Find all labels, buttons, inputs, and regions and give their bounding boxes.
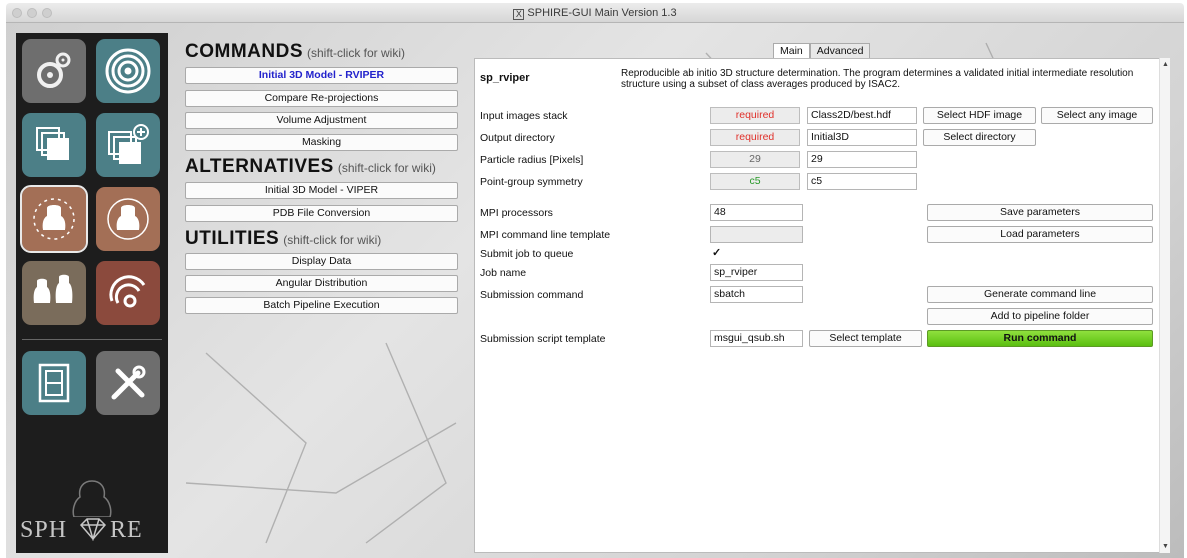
save-parameters-button[interactable]: Save parameters xyxy=(927,204,1153,221)
sphire-logo: SPH RE xyxy=(20,480,164,547)
cmd-angular-distribution[interactable]: Angular Distribution xyxy=(185,275,458,292)
queue-checkbox[interactable]: ✓ xyxy=(712,248,723,259)
mpi-processors-label: MPI processors xyxy=(480,207,553,219)
submission-command-field[interactable]: sbatch xyxy=(710,286,803,303)
cmd-masking[interactable]: Masking xyxy=(185,134,458,151)
program-description: Reproducible ab initio 3D structure dete… xyxy=(621,68,1134,90)
logo-text-right: RE xyxy=(110,517,143,543)
job-name-label: Job name xyxy=(480,267,527,279)
script-template-label: Submission script template xyxy=(480,333,606,345)
output-dir-field[interactable]: Initial3D xyxy=(807,129,917,146)
symmetry-label: Point-group symmetry xyxy=(480,176,583,188)
sidebar-tile-utilities[interactable] xyxy=(22,39,86,103)
sidebar-tile-target[interactable] xyxy=(96,39,160,103)
mpi-template-field[interactable] xyxy=(710,226,803,243)
scroll-up-icon[interactable]: ▲ xyxy=(1162,61,1169,68)
sidebar-tile-stack[interactable] xyxy=(22,113,86,177)
symmetry-default[interactable]: c5 xyxy=(710,173,800,190)
program-name: sp_rviper xyxy=(480,72,530,84)
utilities-heading-text: UTILITIES xyxy=(185,228,280,249)
sphire-bear-logo-icon xyxy=(72,480,112,517)
x11-icon: X xyxy=(513,9,525,20)
radius-field[interactable]: 29 xyxy=(807,151,917,168)
cmd-initial-3d-viper[interactable]: Initial 3D Model - VIPER xyxy=(185,182,458,199)
select-template-button[interactable]: Select template xyxy=(809,330,922,347)
alternatives-heading-text: ALTERNATIVES xyxy=(185,156,334,177)
commands-heading-text: COMMANDS xyxy=(185,41,303,62)
utilities-gears-icon xyxy=(37,52,71,88)
scroll-down-icon[interactable]: ▼ xyxy=(1162,543,1169,550)
utilities-hint: (shift-click for wiki) xyxy=(283,233,382,247)
output-dir-default[interactable]: required xyxy=(710,129,800,146)
select-any-image-button[interactable]: Select any image xyxy=(1041,107,1153,124)
mpi-template-label: MPI command line template xyxy=(480,229,611,241)
script-template-field[interactable]: msgui_qsub.sh xyxy=(710,330,803,347)
load-parameters-button[interactable]: Load parameters xyxy=(927,226,1153,243)
icon-sidebar: SPH RE xyxy=(16,33,168,553)
input-stack-label: Input images stack xyxy=(480,110,568,122)
commands-heading: COMMANDS (shift-click for wiki) xyxy=(185,41,405,63)
job-name-field[interactable]: sp_rviper xyxy=(710,264,803,281)
sidebar-tile-rotate-model[interactable] xyxy=(96,187,160,251)
panel-scrollbar[interactable]: ▲ ▼ xyxy=(1159,58,1170,553)
title-bar: X SPHIRE-GUI Main Version 1.3 xyxy=(6,3,1184,23)
stack-images-icon xyxy=(36,127,69,160)
radius-label: Particle radius [Pixels] xyxy=(480,154,584,166)
sidebar-tile-initial-model[interactable] xyxy=(20,185,88,253)
alternatives-hint: (shift-click for wiki) xyxy=(337,161,436,175)
output-dir-label: Output directory xyxy=(480,132,555,144)
sidebar-tile-two-models[interactable] xyxy=(22,261,86,325)
signal-waves-icon xyxy=(109,275,146,308)
sidebar-tile-movie[interactable] xyxy=(22,351,86,415)
alternatives-heading: ALTERNATIVES (shift-click for wiki) xyxy=(185,156,436,178)
select-hdf-button[interactable]: Select HDF image xyxy=(923,107,1036,124)
submission-command-label: Submission command xyxy=(480,289,584,301)
main-content: SPH RE COMMANDS (shift-click for wiki) In… xyxy=(6,23,1184,558)
target-rings-icon xyxy=(105,48,151,94)
select-directory-button[interactable]: Select directory xyxy=(923,129,1036,146)
sidebar-divider xyxy=(22,339,162,340)
cmd-batch-pipeline[interactable]: Batch Pipeline Execution xyxy=(185,297,458,314)
window-title: SPHIRE-GUI Main Version 1.3 xyxy=(527,7,677,19)
input-stack-default[interactable]: required xyxy=(710,107,800,124)
app-window: X SPHIRE-GUI Main Version 1.3 SPH RE COM… xyxy=(0,0,1187,558)
radius-default[interactable]: 29 xyxy=(710,151,800,168)
cmd-pdb-conversion[interactable]: PDB File Conversion xyxy=(185,205,458,222)
generate-command-button[interactable]: Generate command line xyxy=(927,286,1153,303)
tools-icon xyxy=(111,365,146,400)
logo-text-left: SPH xyxy=(20,517,68,543)
bust-3d-icon xyxy=(33,198,75,240)
input-stack-field[interactable]: Class2D/best.hdf xyxy=(807,107,917,124)
add-pipeline-button[interactable]: Add to pipeline folder xyxy=(927,308,1153,325)
cmd-compare-reprojections[interactable]: Compare Re-projections xyxy=(185,90,458,107)
cmd-volume-adjustment[interactable]: Volume Adjustment xyxy=(185,112,458,129)
film-strip-icon xyxy=(38,363,70,403)
run-command-button[interactable]: Run command xyxy=(927,330,1153,347)
mpi-processors-field[interactable]: 48 xyxy=(710,204,803,221)
add-stack-icon xyxy=(108,124,149,164)
commands-hint: (shift-click for wiki) xyxy=(307,46,405,60)
cmd-initial-3d-rviper[interactable]: Initial 3D Model - RVIPER xyxy=(185,67,458,84)
diamond-icon xyxy=(79,518,107,541)
cmd-display-data[interactable]: Display Data xyxy=(185,253,458,270)
utilities-heading: UTILITIES (shift-click for wiki) xyxy=(185,228,381,250)
sidebar-tile-signal[interactable] xyxy=(96,261,160,325)
symmetry-field[interactable]: c5 xyxy=(807,173,917,190)
queue-label: Submit job to queue xyxy=(480,248,574,260)
window-title-wrap: X SPHIRE-GUI Main Version 1.3 xyxy=(6,7,1184,20)
two-busts-icon xyxy=(33,274,73,303)
sidebar-tile-tools[interactable] xyxy=(96,351,160,415)
bust-rotate-icon xyxy=(107,198,149,240)
sidebar-tile-add-stack[interactable] xyxy=(96,113,160,177)
